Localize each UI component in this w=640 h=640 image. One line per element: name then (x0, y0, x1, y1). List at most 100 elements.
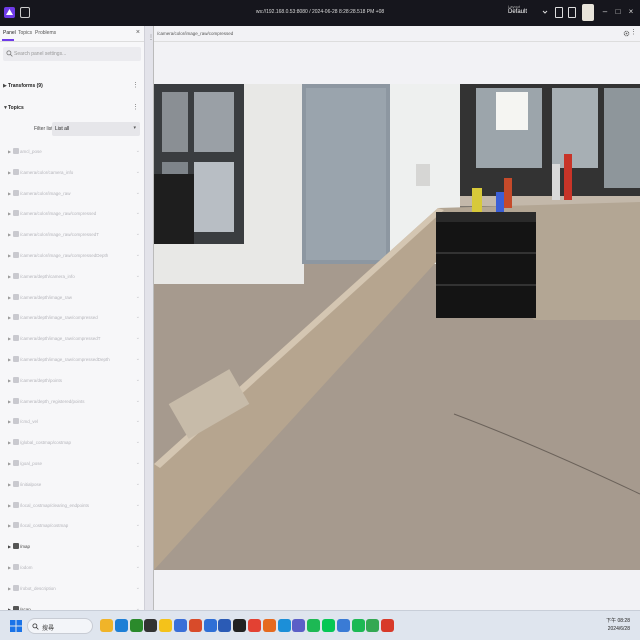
vscode-app-icon[interactable] (114, 619, 128, 632)
minimize-icon[interactable]: – (600, 6, 610, 18)
topic-row[interactable]: ▶ /cmd_vel ⌄ (0, 412, 144, 432)
remote-app-icon[interactable] (336, 619, 350, 632)
chevron-down-icon[interactable]: ⌄ (136, 294, 140, 300)
panel-splitter[interactable]: ⋮ (145, 26, 154, 610)
caret-right-icon[interactable]: ▶ (8, 357, 11, 362)
topic-row[interactable]: ▶ /goal_pose ⌄ (0, 454, 144, 474)
topic-row[interactable]: ▶/scan ⌄ (0, 600, 144, 610)
filter-select[interactable]: List all ▾ (52, 122, 140, 136)
chevron-down-icon[interactable] (542, 9, 548, 15)
gear-icon[interactable] (623, 30, 630, 37)
sticky-app-icon[interactable] (159, 619, 173, 632)
maximize-icon[interactable]: □ (613, 6, 623, 18)
chevron-down-icon[interactable]: ⌄ (136, 231, 140, 237)
chevron-down-icon[interactable]: ⌄ (136, 460, 140, 466)
topic-row[interactable]: ▶ /local_costmap/costmap ⌄ (0, 516, 144, 536)
topic-row[interactable]: ▶ /camera/depth/points ⌄ (0, 371, 144, 391)
chevron-down-icon[interactable]: ⌄ (136, 522, 140, 528)
tab-topics[interactable]: Topics (18, 30, 32, 36)
more-options-icon[interactable]: ⋮ (630, 28, 637, 36)
more-options-icon[interactable]: ⋮ (132, 103, 139, 111)
layout-selector[interactable]: Layout Default (508, 4, 527, 15)
chevron-down-icon[interactable]: ⌄ (136, 418, 140, 424)
chevron-down-icon[interactable]: ⌄ (136, 190, 140, 196)
xbox-app-icon[interactable] (129, 619, 143, 632)
terminal-app-icon[interactable] (144, 619, 158, 632)
chevron-down-icon[interactable]: ⌄ (136, 585, 140, 591)
avatar[interactable] (582, 4, 594, 21)
topic-row[interactable]: ▶ /camera/color/image_raw/compressed ⌄ (0, 204, 144, 224)
windows-start-icon[interactable] (10, 620, 22, 632)
chevron-down-icon[interactable]: ⌄ (136, 169, 140, 175)
topic-row[interactable]: ▶ /camera/depth/image_raw/compressed ⌄ (0, 308, 144, 328)
caret-right-icon[interactable]: ▶ (8, 565, 11, 570)
chevron-down-icon[interactable]: ⌄ (136, 314, 140, 320)
caret-right-icon[interactable]: ▶ (8, 295, 11, 300)
taskbar-search[interactable]: 搜尋 (27, 618, 93, 634)
topic-row[interactable]: ▶ /camera/depth/camera_info ⌄ (0, 267, 144, 287)
chevron-down-icon[interactable]: ⌄ (136, 564, 140, 570)
topic-row[interactable]: ▶ /camera/color/image_raw ⌄ (0, 184, 144, 204)
terminal2-app-icon[interactable] (233, 619, 247, 632)
chevron-down-icon[interactable]: ⌄ (136, 502, 140, 508)
chevron-down-icon[interactable]: ⌄ (136, 543, 140, 549)
chevron-down-icon[interactable]: ⌄ (136, 252, 140, 258)
chevron-down-icon[interactable]: ⌄ (136, 210, 140, 216)
calendar-app-icon[interactable] (203, 619, 217, 632)
more-options-icon[interactable]: ⋮ (132, 81, 139, 89)
caret-right-icon[interactable]: ▶ (8, 191, 11, 196)
topic-row[interactable]: ▶ amcl_pose ⌄ (0, 142, 144, 162)
topic-row[interactable]: ▶ /camera/depth/image_raw ⌄ (0, 288, 144, 308)
office-app-icon[interactable] (188, 619, 202, 632)
topic-row[interactable]: ▶ /odom ⌄ (0, 558, 144, 578)
topic-row[interactable]: ▶ /camera/depth/image_raw/compressedDepth… (0, 350, 144, 370)
chevron-down-icon[interactable]: ⌄ (136, 398, 140, 404)
tab-problems[interactable]: Problems (35, 30, 56, 36)
topics-section[interactable]: ▼ Topics ⋮ (0, 100, 144, 116)
files-app-icon[interactable] (100, 619, 113, 632)
chevron-down-icon[interactable]: ⌄ (136, 148, 140, 154)
caret-right-icon[interactable]: ▶ (8, 461, 11, 466)
chevron-down-icon[interactable]: ⌄ (136, 377, 140, 383)
image-topic-name[interactable]: /camera/color/image_raw/compressed (157, 31, 233, 36)
topic-row[interactable]: ▶ /local_costmap/clearing_endpoints ⌄ (0, 496, 144, 516)
edge-app-icon[interactable] (277, 619, 291, 632)
firefox-app-icon[interactable] (262, 619, 276, 632)
caret-right-icon[interactable]: ▶ (8, 315, 11, 320)
caret-right-icon[interactable]: ▶ (8, 336, 11, 341)
caret-right-icon[interactable]: ▶ (8, 274, 11, 279)
system-clock[interactable]: 下午 08:28 2024/6/28 (596, 617, 630, 633)
caret-right-icon[interactable]: ▶ (8, 149, 11, 154)
chrome-app-icon[interactable] (248, 619, 261, 632)
caret-right-icon[interactable]: ▶ (8, 419, 11, 424)
close-icon[interactable]: × (626, 6, 636, 18)
teams-app-icon[interactable] (292, 619, 306, 632)
topic-row[interactable]: ▶ /camera/color/image_raw/compressedDepth… (0, 246, 144, 266)
topic-row[interactable]: ▶ /global_costmap/costmap ⌄ (0, 433, 144, 453)
topic-row[interactable]: ▶ /robot_description ⌄ (0, 579, 144, 599)
caret-right-icon[interactable]: ▶ (8, 170, 11, 175)
topic-row[interactable]: ▶ /camera/color/camera_info ⌄ (0, 163, 144, 183)
close-panel-icon[interactable]: × (136, 29, 140, 36)
chevron-down-icon[interactable]: ⌄ (136, 335, 140, 341)
caret-right-icon[interactable]: ▶ (8, 523, 11, 528)
caret-right-icon[interactable]: ▶ (8, 482, 11, 487)
photos-app-icon[interactable] (174, 619, 187, 632)
transforms-section[interactable]: ▶ Transforms (9) ⋮ (0, 78, 144, 94)
caret-right-icon[interactable]: ▶ (8, 232, 11, 237)
caret-right-icon[interactable]: ▶ (8, 586, 11, 591)
chevron-down-icon[interactable]: ⌄ (136, 356, 140, 362)
line-app-icon[interactable] (322, 619, 335, 632)
chevron-down-icon[interactable]: ⌄ (136, 273, 140, 279)
caret-right-icon[interactable]: ▶ (8, 399, 11, 404)
caret-right-icon[interactable]: ▶ (8, 544, 11, 549)
tab-panel[interactable]: Panel (3, 30, 16, 36)
topic-row[interactable]: ▶ /initialpose ⌄ (0, 475, 144, 495)
right-sidebar-toggle-icon[interactable] (568, 7, 576, 18)
caret-right-icon[interactable]: ▶ (8, 503, 11, 508)
left-sidebar-toggle-icon[interactable] (555, 7, 563, 18)
camera-image[interactable] (154, 84, 640, 570)
topic-row[interactable]: ▶ /camera/depth/image_raw/compressedT ⌄ (0, 329, 144, 349)
caret-right-icon[interactable]: ▶ (8, 211, 11, 216)
caret-right-icon[interactable]: ▶ (8, 253, 11, 258)
